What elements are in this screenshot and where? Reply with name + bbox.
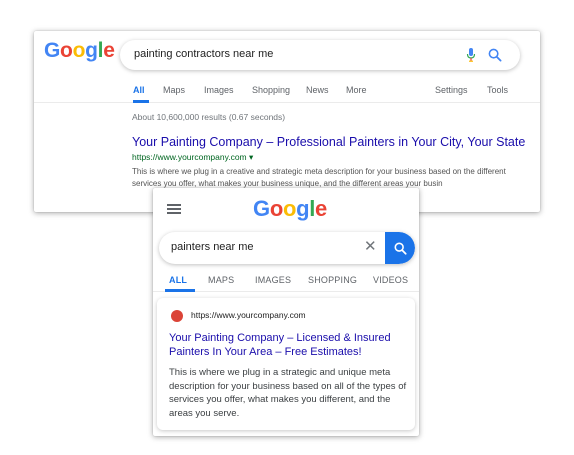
logo-letter-o2: o bbox=[282, 196, 297, 221]
tab-news[interactable]: News bbox=[306, 85, 329, 95]
result-card[interactable]: https://www.yourcompany.com Your Paintin… bbox=[157, 298, 415, 430]
desktop-serp-card: Google painting contractors near me All … bbox=[34, 31, 540, 212]
result-description: This is where we plug in a creative and … bbox=[132, 167, 506, 188]
google-logo[interactable]: Google bbox=[253, 196, 327, 222]
tab-more[interactable]: More bbox=[346, 85, 367, 95]
result-title-link[interactable]: Your Painting Company – Professional Pai… bbox=[132, 135, 525, 149]
mobile-serp-card: Google painters near me ✕ ALL MAPS IMAGE… bbox=[153, 188, 419, 436]
tab-maps[interactable]: Maps bbox=[163, 85, 185, 95]
active-tab-indicator bbox=[133, 100, 149, 103]
result-url[interactable]: https://www.yourcompany.com ▾ bbox=[132, 152, 253, 163]
tab-all[interactable]: All bbox=[133, 85, 145, 95]
logo-letter-g: G bbox=[44, 39, 61, 62]
mic-icon[interactable] bbox=[466, 48, 476, 62]
search-icon bbox=[394, 242, 407, 255]
tab-maps[interactable]: MAPS bbox=[208, 275, 234, 285]
logo-letter-o1: o bbox=[60, 39, 73, 62]
result-url[interactable]: https://www.yourcompany.com bbox=[191, 310, 306, 320]
search-box[interactable]: painters near me ✕ bbox=[159, 232, 415, 264]
tab-settings[interactable]: Settings bbox=[435, 85, 468, 95]
tab-tools[interactable]: Tools bbox=[487, 85, 508, 95]
tab-images[interactable]: IMAGES bbox=[255, 275, 291, 285]
logo-letter-e: e bbox=[315, 196, 327, 221]
search-icon[interactable] bbox=[488, 48, 502, 62]
logo-letter-o2: o bbox=[72, 39, 86, 62]
result-title-link[interactable]: Your Painting Company – Licensed & Insur… bbox=[169, 331, 407, 359]
search-box[interactable]: painting contractors near me bbox=[120, 40, 520, 70]
active-tab-indicator bbox=[165, 289, 195, 292]
result-stats: About 10,600,000 results (0.67 seconds) bbox=[132, 112, 286, 122]
google-logo[interactable]: Google bbox=[44, 39, 115, 63]
hamburger-menu-icon[interactable] bbox=[167, 204, 181, 214]
search-input[interactable]: painting contractors near me bbox=[134, 48, 273, 60]
tab-videos[interactable]: VIDEOS bbox=[373, 275, 408, 285]
search-tabs: ALL MAPS IMAGES SHOPPING VIDEOS bbox=[153, 270, 419, 292]
tab-shopping[interactable]: Shopping bbox=[252, 85, 290, 95]
favicon-icon bbox=[171, 310, 183, 322]
clear-icon[interactable]: ✕ bbox=[364, 239, 377, 255]
search-button[interactable] bbox=[385, 232, 415, 264]
result-description: This is where we plug in a strategic and… bbox=[169, 367, 407, 419]
logo-letter-g: G bbox=[253, 196, 270, 221]
search-input[interactable]: painters near me bbox=[171, 241, 254, 253]
tab-images[interactable]: Images bbox=[204, 85, 234, 95]
tab-all[interactable]: ALL bbox=[169, 275, 187, 285]
tab-shopping[interactable]: SHOPPING bbox=[308, 275, 357, 285]
logo-letter-g2: g bbox=[85, 39, 98, 62]
logo-letter-o1: o bbox=[269, 196, 283, 221]
logo-letter-e: e bbox=[103, 39, 115, 62]
search-tabs: All Maps Images Shopping News More Setti… bbox=[34, 81, 540, 103]
logo-letter-g2: g bbox=[296, 196, 310, 221]
